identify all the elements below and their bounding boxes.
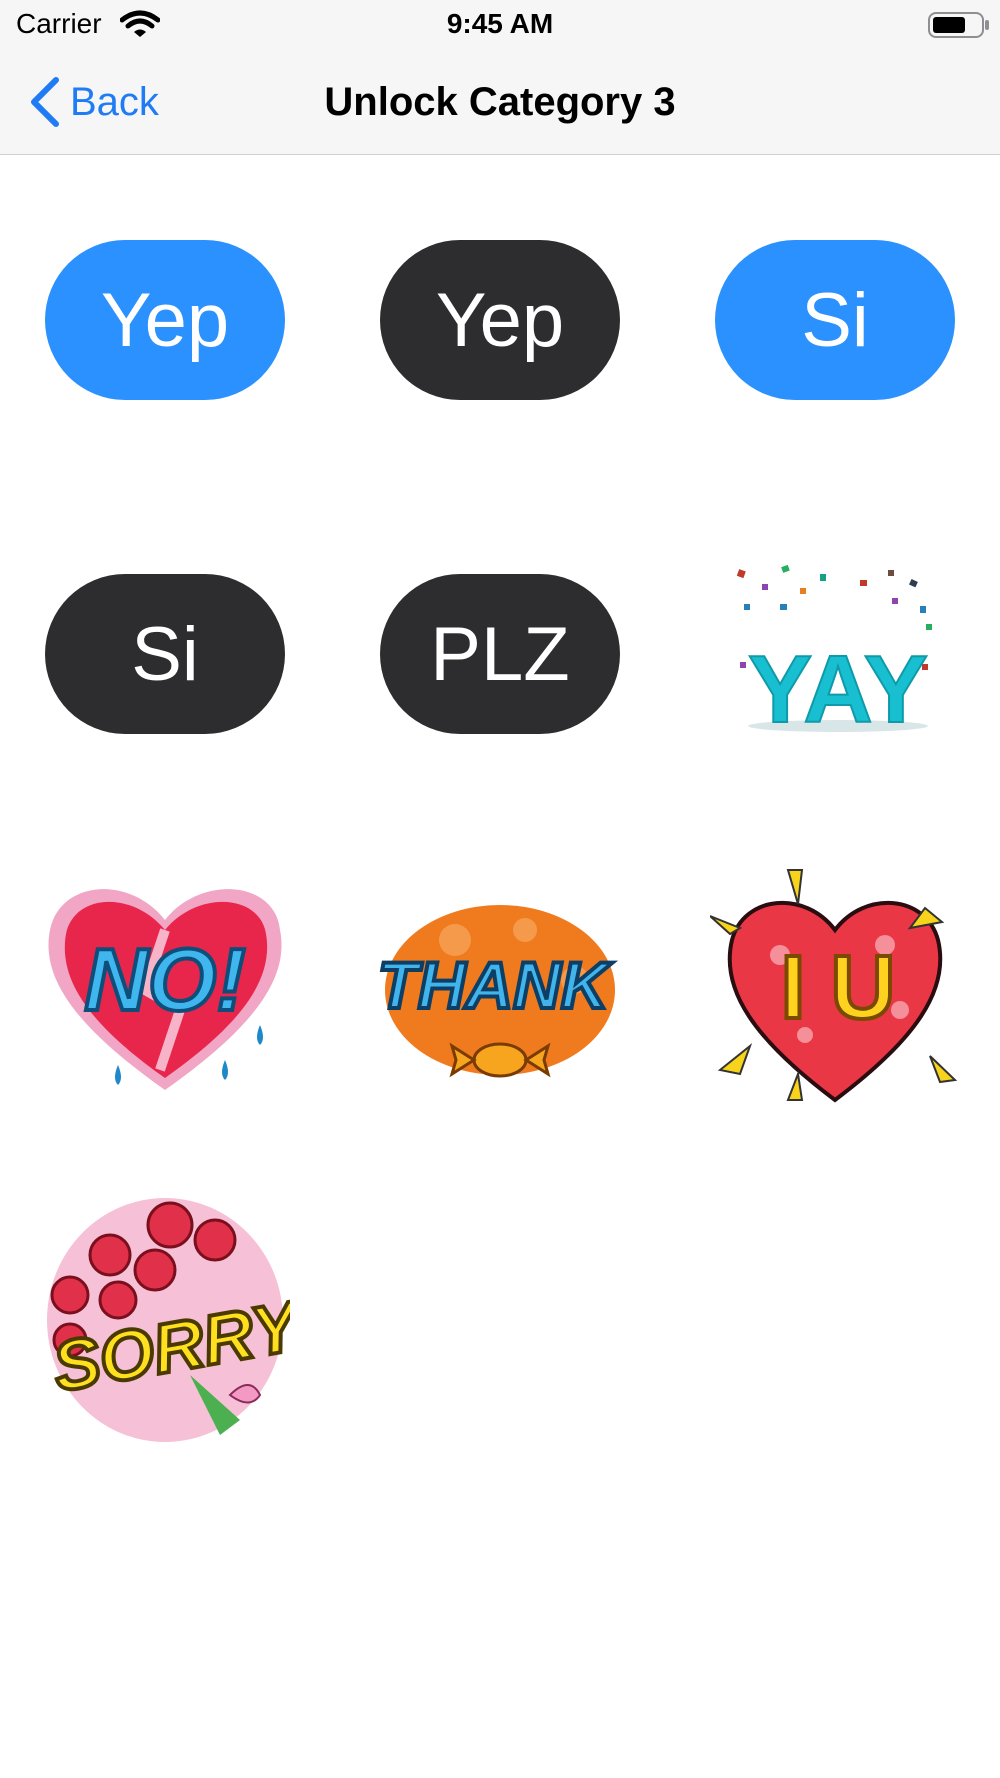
sticker-text: Yep	[380, 240, 620, 400]
sticker-sorry-roses[interactable]: SORRY	[40, 1195, 290, 1445]
sticker-i-u-heart[interactable]: I U	[710, 860, 960, 1110]
navigation-bar: Back Unlock Category 3	[0, 50, 1000, 155]
yay-confetti-image: YAY	[736, 564, 932, 744]
sorry-roses-image: SORRY	[45, 1198, 290, 1442]
page-title: Unlock Category 3	[324, 80, 676, 124]
status-time: 9:45 AM	[446, 8, 554, 39]
sticker-plz-dark[interactable]: PLZ	[375, 514, 625, 764]
sticker-no-heart[interactable]: NO!	[40, 860, 290, 1110]
sticker-yep-blue[interactable]: Yep	[40, 180, 290, 430]
sticker-text: NO!	[84, 930, 245, 1029]
heart-no-image: NO!	[48, 889, 282, 1090]
battery-icon	[928, 12, 989, 38]
sticker-si-blue[interactable]: Si	[710, 180, 960, 430]
sticker-text: YAY	[748, 636, 928, 743]
sticker-text: Si	[45, 574, 285, 734]
sticker-yep-dark[interactable]: Yep	[375, 180, 625, 430]
status-bar: Carrier 9:45 AM	[0, 0, 1000, 50]
sticker-yay[interactable]: YAY	[710, 514, 960, 764]
heart-i-u-image: I U	[710, 869, 958, 1103]
sticker-text: PLZ	[380, 574, 620, 734]
sticker-text: THANK	[378, 948, 613, 1022]
thank-candy-image: THANK	[376, 905, 615, 1078]
sticker-si-dark[interactable]: Si	[40, 514, 290, 764]
sticker-text: I U	[780, 938, 895, 1038]
sticker-thank[interactable]: THANK	[375, 860, 625, 1110]
sticker-text: Si	[715, 240, 955, 400]
sticker-text: Yep	[45, 240, 285, 400]
